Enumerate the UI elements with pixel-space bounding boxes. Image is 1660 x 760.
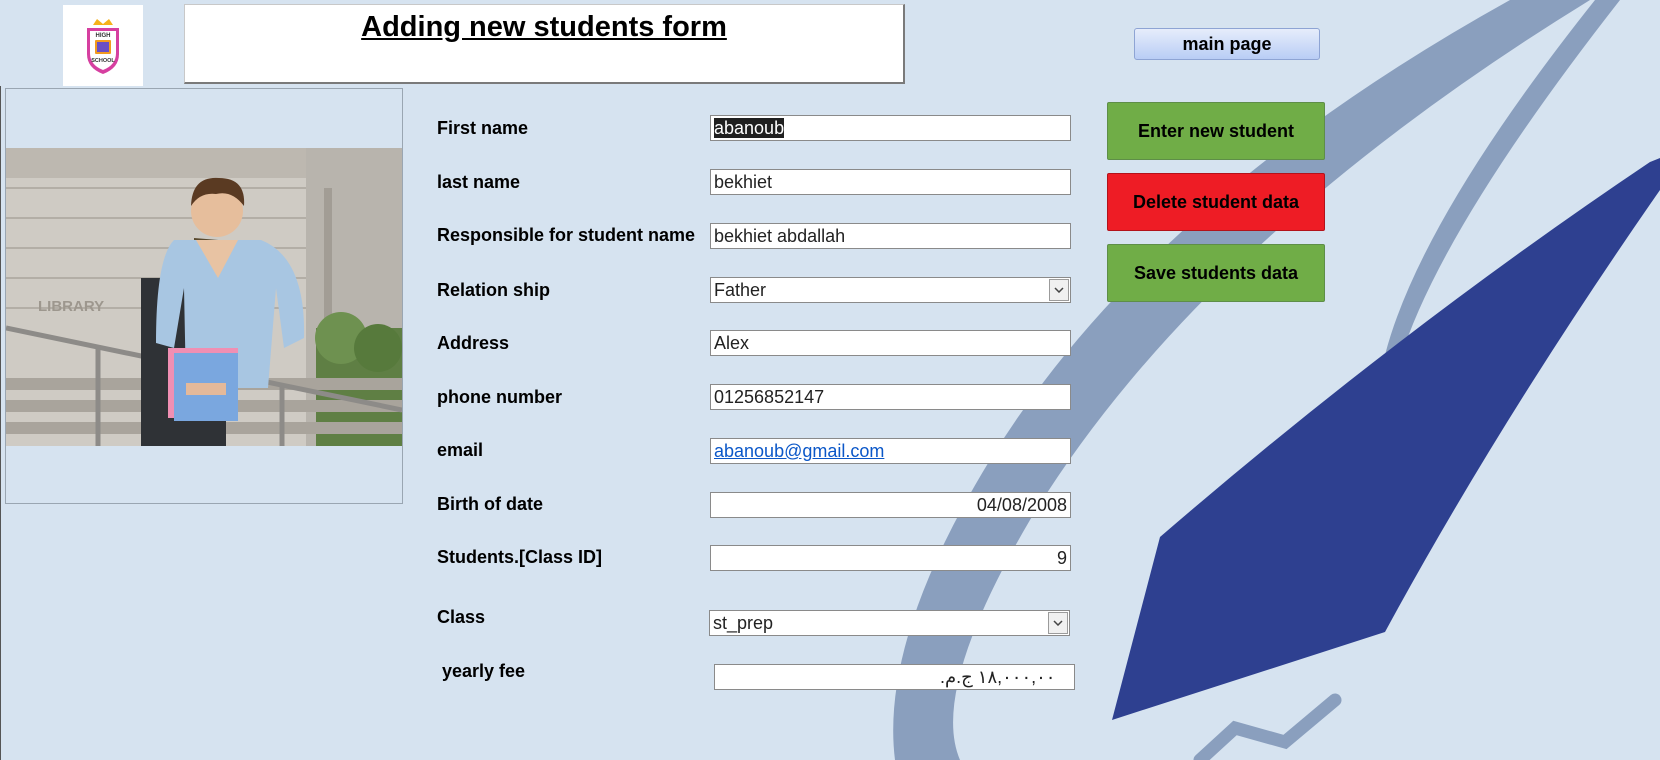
- last-name-field[interactable]: bekhiet: [710, 169, 1071, 195]
- first-name-label: First name: [437, 118, 529, 138]
- email-label: email: [437, 440, 484, 460]
- yearly-fee-field[interactable]: ١٨,٠٠٠,٠٠ ج.م.: [714, 664, 1075, 690]
- save-students-data-button[interactable]: Save students data: [1107, 244, 1325, 302]
- svg-text:HIGH: HIGH: [96, 33, 111, 39]
- student-photo: LIBRARY: [6, 148, 402, 446]
- window-left-border: [0, 86, 1, 760]
- last-name-label: last name: [437, 172, 521, 192]
- first-name-value: abanoub: [714, 118, 785, 138]
- email-field[interactable]: abanoub@gmail.com: [710, 438, 1071, 464]
- email-link[interactable]: abanoub@gmail.com: [714, 441, 884, 461]
- address-field[interactable]: Alex: [710, 330, 1071, 356]
- responsible-name-label: Responsible for student name: [437, 225, 696, 245]
- phone-number-label: phone number: [437, 387, 562, 407]
- birth-date-label: Birth of date: [437, 494, 543, 514]
- class-select[interactable]: st_prep: [709, 610, 1070, 636]
- responsible-name-field[interactable]: bekhiet abdallah: [710, 223, 1071, 249]
- chevron-down-icon[interactable]: [1048, 612, 1068, 634]
- class-id-label: Students.[Class ID]: [437, 547, 603, 567]
- page-title: Adding new students form: [361, 11, 727, 43]
- relationship-select[interactable]: Father: [710, 277, 1071, 303]
- relationship-label: Relation ship: [437, 280, 551, 300]
- school-logo-icon: HIGH SCHOOL: [87, 18, 119, 74]
- title-box: Adding new students form: [184, 4, 905, 84]
- address-label: Address: [437, 333, 510, 353]
- student-photo-frame: LIBRARY: [5, 88, 403, 504]
- class-label: Class: [437, 607, 486, 627]
- first-name-field[interactable]: abanoub: [710, 115, 1071, 141]
- school-logo: HIGH SCHOOL: [63, 5, 143, 86]
- svg-text:LIBRARY: LIBRARY: [38, 298, 104, 315]
- chevron-down-icon[interactable]: [1049, 279, 1069, 301]
- birth-date-field[interactable]: 04/08/2008: [710, 492, 1071, 518]
- class-value: st_prep: [713, 613, 774, 633]
- phone-number-field[interactable]: 01256852147: [710, 384, 1071, 410]
- class-id-field[interactable]: 9: [710, 545, 1071, 571]
- main-page-button[interactable]: main page: [1134, 28, 1320, 60]
- svg-text:SCHOOL: SCHOOL: [91, 58, 115, 64]
- yearly-fee-label: yearly fee: [442, 661, 526, 681]
- yearly-fee-value: ١٨,٠٠٠,٠٠ ج.م.: [940, 667, 1056, 687]
- relationship-value: Father: [714, 280, 767, 300]
- delete-student-data-button[interactable]: Delete student data: [1107, 173, 1325, 231]
- enter-new-student-button[interactable]: Enter new student: [1107, 102, 1325, 160]
